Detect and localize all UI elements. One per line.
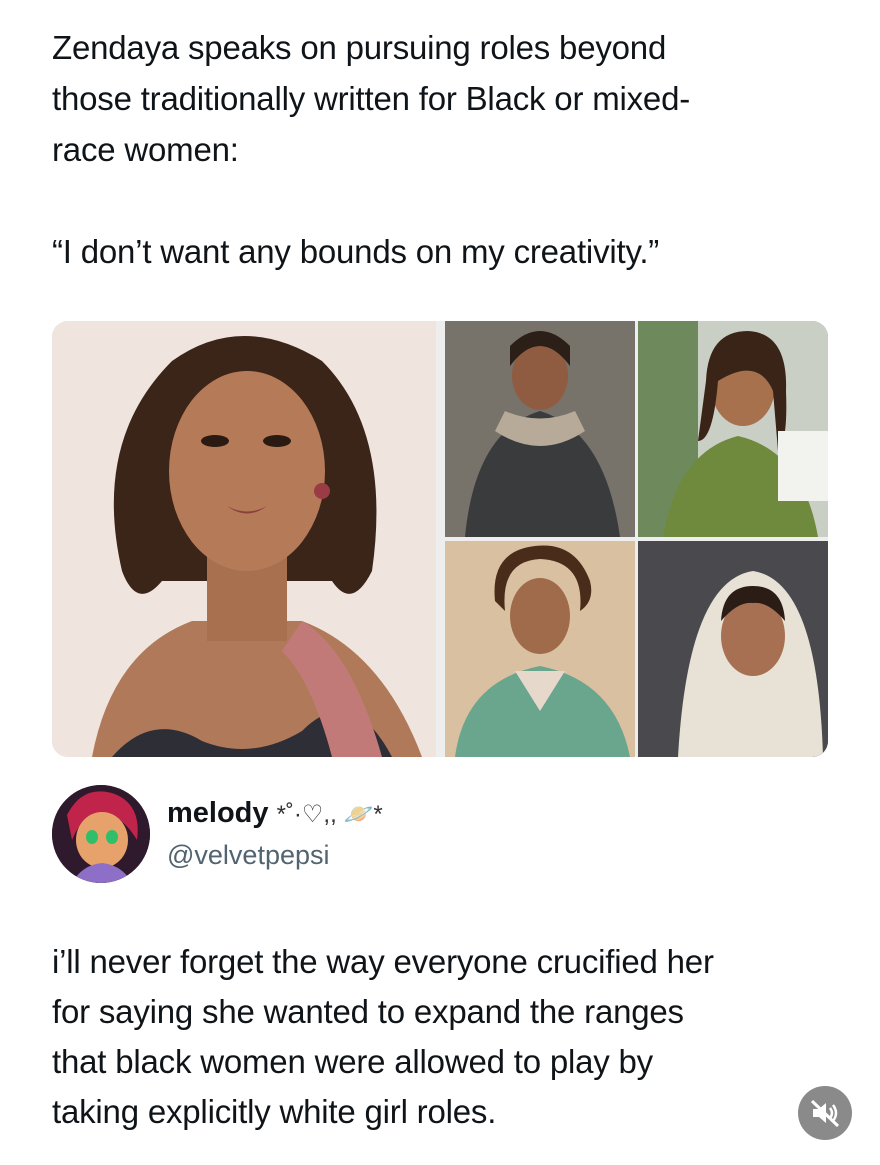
portrait-illustration (52, 321, 436, 757)
speaker-muted-icon (810, 1099, 840, 1128)
avatar-illustration (52, 785, 150, 883)
display-name: melody (167, 797, 269, 829)
still-illustration (445, 541, 635, 757)
media-image-green-dress[interactable] (638, 321, 828, 537)
reply-handle[interactable]: @velvetpepsi (167, 838, 330, 872)
reply-author-name[interactable]: melody *˚·♡,, 🪐* (167, 795, 383, 833)
media-image-teal-uniform[interactable] (445, 541, 635, 757)
media-image-portrait[interactable] (52, 321, 436, 757)
post-text: Zendaya speaks on pursuing roles beyond … (52, 29, 691, 270)
media-grid[interactable] (52, 321, 828, 757)
avatar[interactable] (52, 785, 150, 883)
still-illustration (445, 321, 635, 537)
still-illustration (638, 321, 828, 537)
name-decoration: *˚·♡,, 🪐* (276, 801, 383, 828)
reply-text: i’ll never forget the way everyone cruci… (52, 943, 714, 1130)
mute-button[interactable] (798, 1086, 852, 1140)
still-illustration (638, 541, 828, 757)
media-image-white-headscarf[interactable] (638, 541, 828, 757)
media-image-desert-costume[interactable] (445, 321, 635, 537)
